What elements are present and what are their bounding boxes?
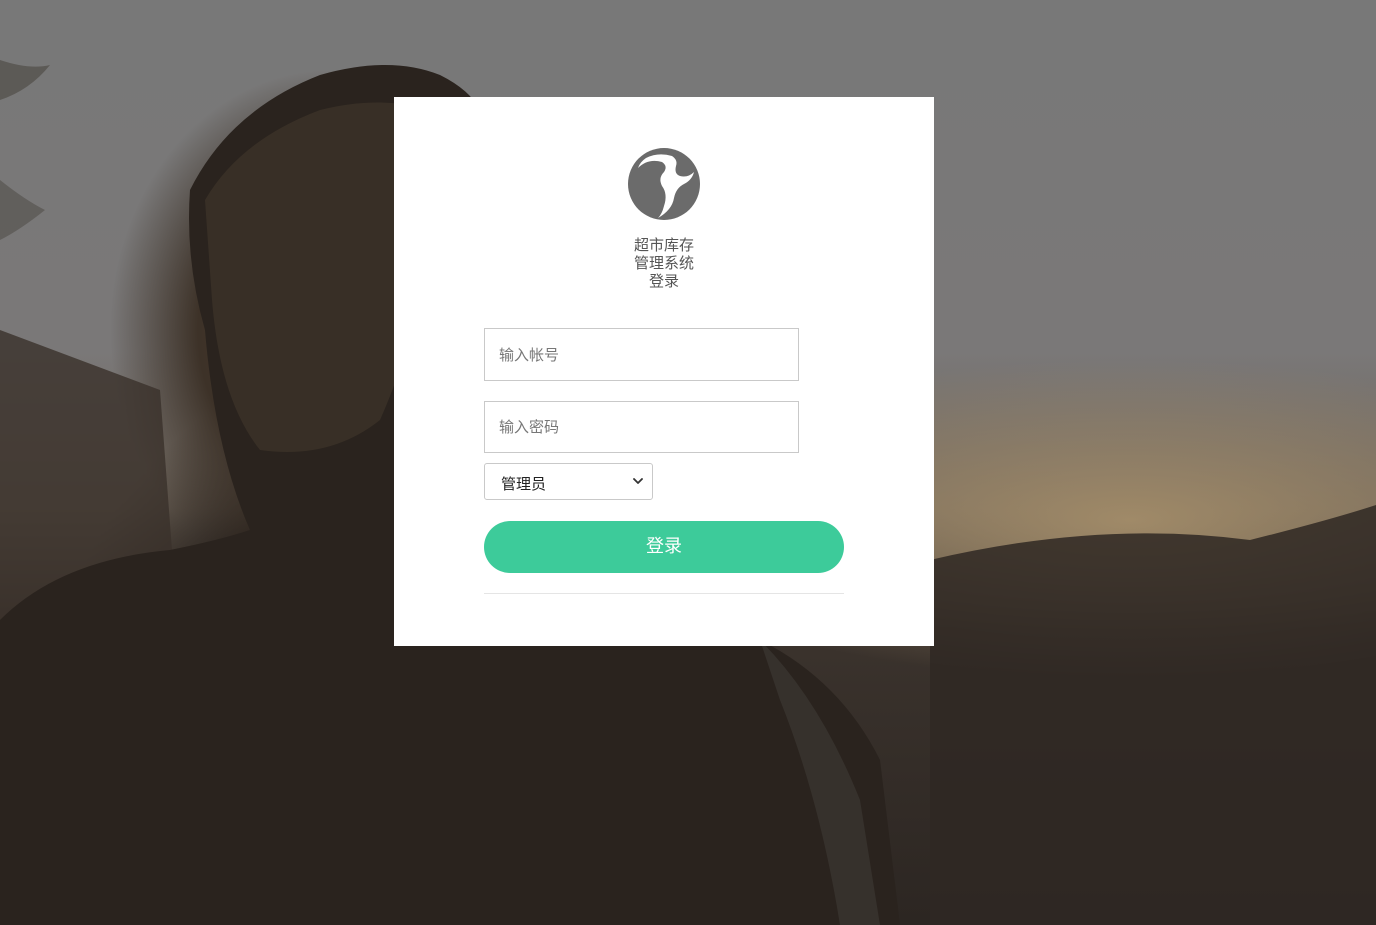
title-line-3: 登录: [648, 272, 679, 290]
account-input[interactable]: [484, 328, 799, 381]
globe-logo-icon: [628, 148, 700, 220]
title-line-2: 管理系统: [633, 254, 694, 272]
role-select-value: 管理员: [501, 475, 547, 493]
password-input[interactable]: [484, 401, 799, 453]
login-card: 超市库存 管理系统 登录 管理员 登录: [394, 97, 934, 646]
login-button[interactable]: 登录: [484, 521, 844, 573]
role-select[interactable]: 管理员: [484, 463, 653, 500]
chevron-down-icon: [633, 478, 643, 484]
divider: [484, 593, 844, 594]
page-title: 超市库存 管理系统 登录: [394, 236, 934, 290]
title-line-1: 超市库存: [633, 236, 694, 254]
